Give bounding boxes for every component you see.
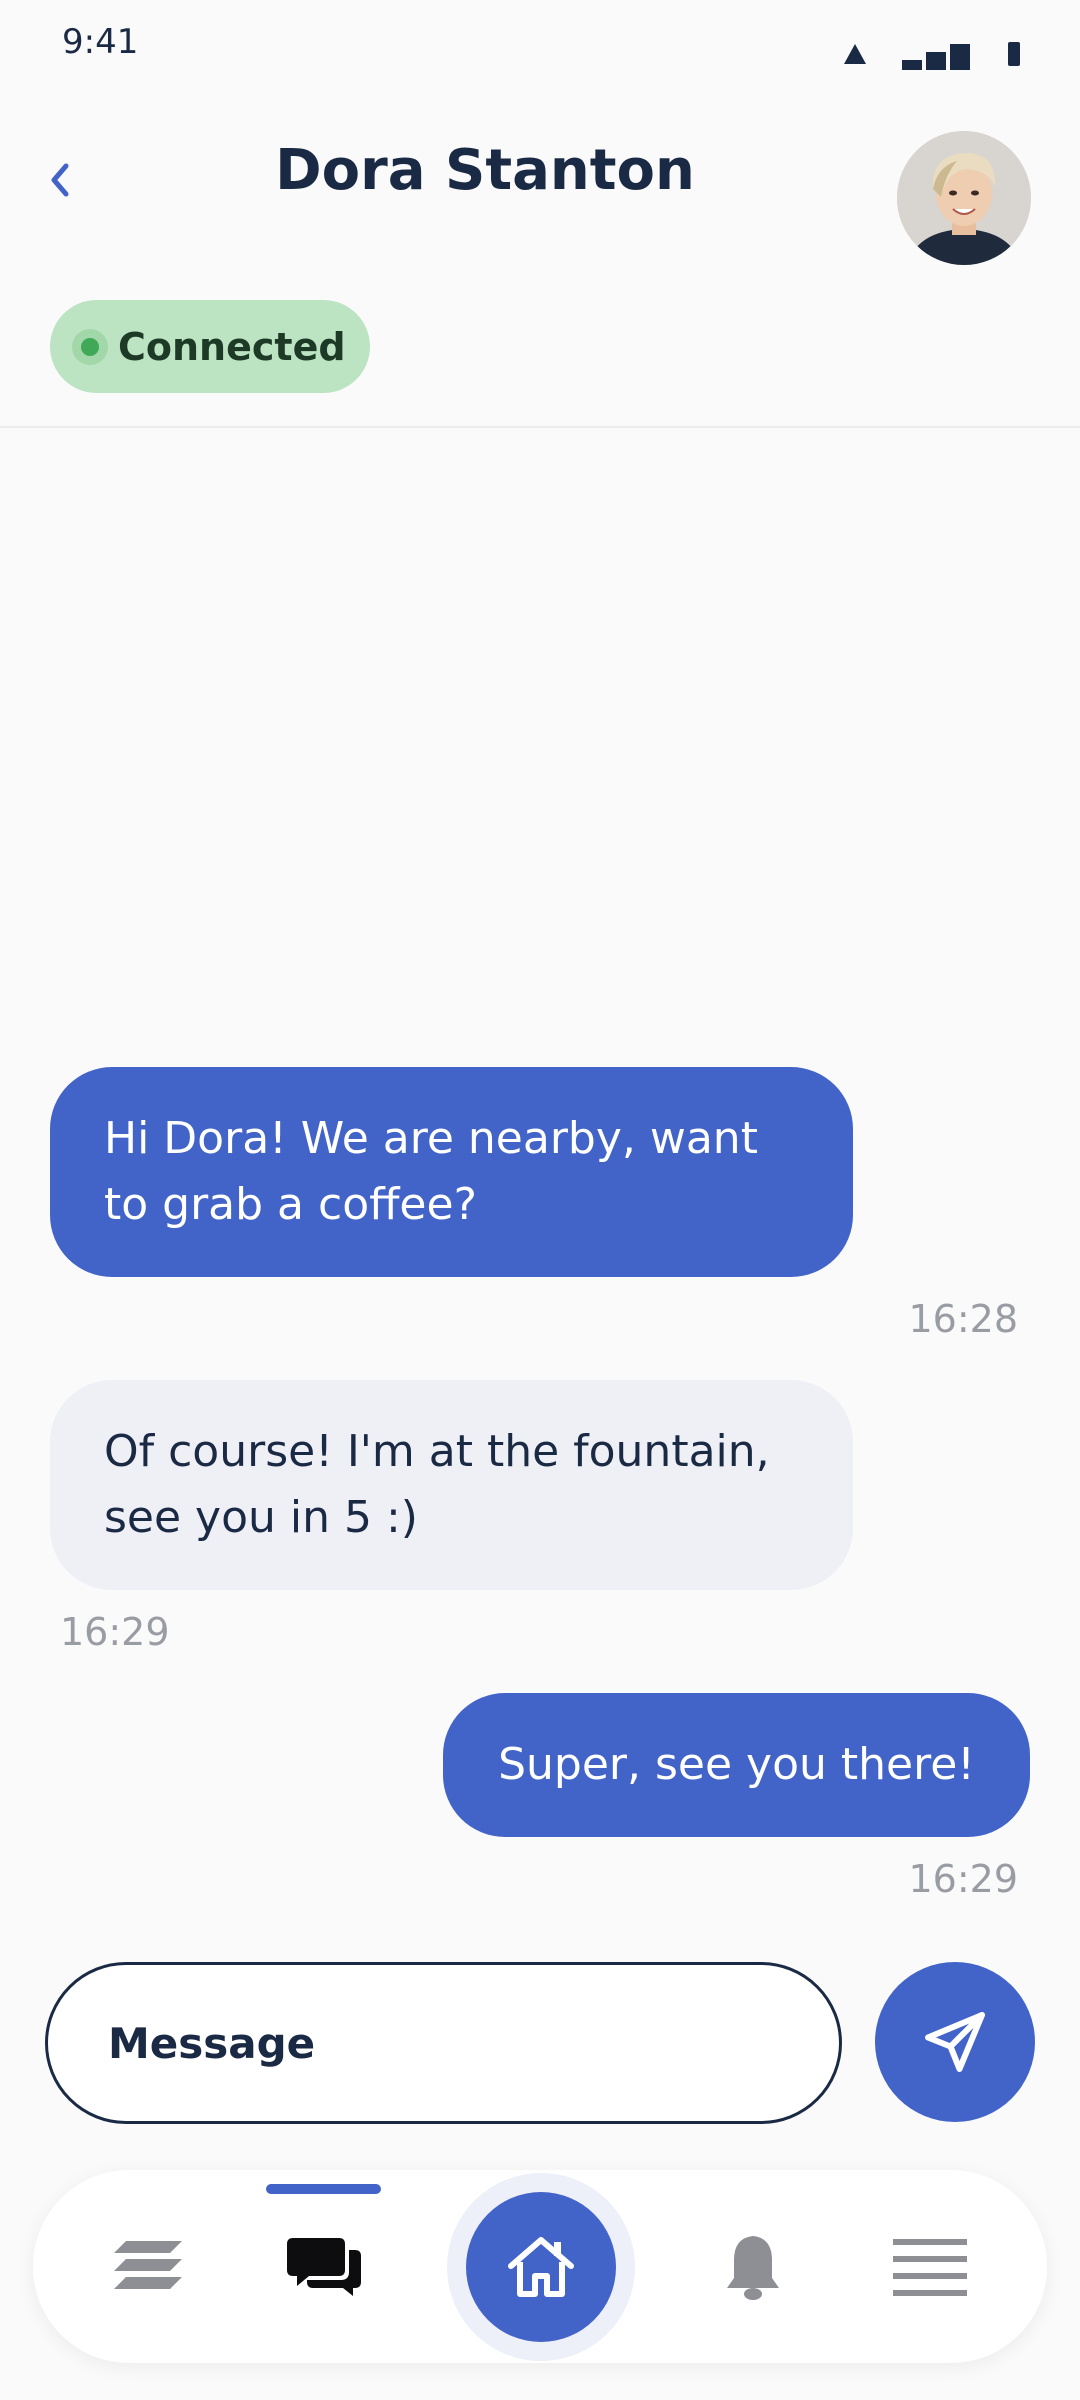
nav-item-home[interactable]	[466, 2192, 616, 2342]
bottom-nav	[33, 2170, 1047, 2363]
nav-item-notifications[interactable]	[683, 2170, 823, 2363]
connection-status-badge: Connected	[50, 300, 370, 393]
wifi-icon	[844, 44, 866, 64]
status-icons	[844, 30, 1020, 70]
message-text: Hi Dora! We are nearby, want to grab a c…	[104, 1113, 758, 1230]
avatar[interactable]	[897, 131, 1031, 265]
contact-name: Dora Stanton	[275, 138, 695, 203]
status-time: 9:41	[62, 22, 139, 62]
message-bubble-outgoing: Super, see you there!	[443, 1693, 1030, 1837]
send-icon	[925, 2012, 985, 2072]
status-dot-icon	[72, 328, 108, 365]
message-input[interactable]	[45, 1962, 842, 2124]
nav-item-layers[interactable]	[78, 2170, 218, 2363]
message-text: Of course! I'm at the fountain, see you …	[104, 1426, 770, 1543]
nav-item-chat[interactable]	[254, 2170, 394, 2363]
nav-item-menu[interactable]	[860, 2170, 1000, 2363]
message-timestamp: 16:28	[908, 1297, 1018, 1341]
message-bubble-incoming: Of course! I'm at the fountain, see you …	[50, 1380, 853, 1590]
send-button[interactable]	[875, 1962, 1035, 2122]
battery-icon	[1008, 42, 1020, 66]
message-text: Super, see you there!	[498, 1739, 975, 1790]
avatar-image	[897, 131, 1031, 265]
bell-icon	[727, 2235, 779, 2300]
home-button-halo	[447, 2173, 635, 2361]
message-timestamp: 16:29	[60, 1610, 170, 1654]
signal-icon	[902, 44, 970, 70]
menu-icon	[893, 2238, 967, 2296]
message-timestamp: 16:29	[908, 1857, 1018, 1901]
connection-status-label: Connected	[118, 324, 346, 369]
chat-icon	[287, 2237, 361, 2296]
status-bar: 9:41	[0, 0, 1080, 90]
layers-icon	[114, 2240, 182, 2289]
header-divider	[0, 426, 1080, 428]
message-bubble-outgoing: Hi Dora! We are nearby, want to grab a c…	[50, 1067, 853, 1277]
home-icon	[508, 2237, 574, 2297]
